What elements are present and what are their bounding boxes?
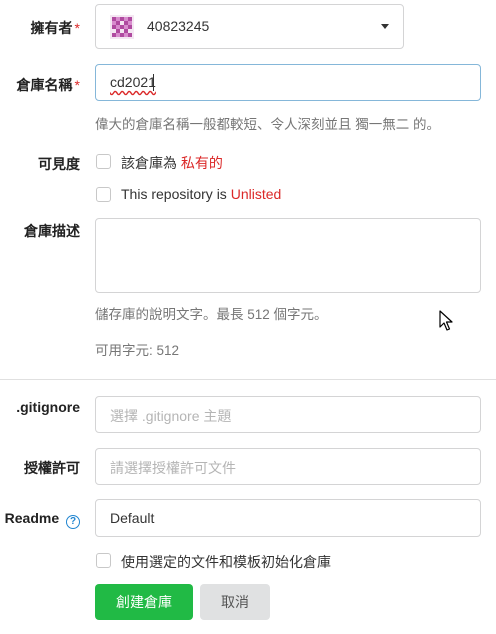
owner-value: 40823245 xyxy=(147,18,210,34)
section-divider xyxy=(0,379,496,380)
caret-down-icon xyxy=(381,24,389,29)
cancel-button[interactable]: 取消 xyxy=(200,584,270,620)
owner-dropdown[interactable]: 40823245 xyxy=(95,4,404,49)
license-label: 授權許可 xyxy=(24,460,80,476)
description-textarea[interactable] xyxy=(95,218,481,293)
readme-label-text: Readme xyxy=(4,510,60,526)
private-checkbox[interactable] xyxy=(96,154,111,169)
repo-name-input[interactable]: cd2021 xyxy=(95,64,481,101)
repo-name-help: 偉大的倉庫名稱一般都較短、令人深刻並且 獨一無二 的。 xyxy=(95,117,441,132)
auto-init-checkbox[interactable] xyxy=(96,553,111,568)
text-caret xyxy=(153,74,154,91)
description-remaining: 可用字元: 512 xyxy=(95,343,180,358)
question-circle-icon[interactable]: ? xyxy=(66,515,80,529)
repo-name-label: 倉庫名稱 * xyxy=(0,75,80,95)
private-prefix: 該倉庫為 xyxy=(121,155,181,171)
auto-init-label[interactable]: 使用選定的文件和模板初始化倉庫 xyxy=(121,552,331,572)
unlisted-checkbox[interactable] xyxy=(96,187,111,202)
license-placeholder: 請選擇授權許可文件 xyxy=(110,460,236,476)
owner-label-text: 擁有者 xyxy=(30,20,73,36)
gitignore-select[interactable]: 選擇 .gitignore 主題 xyxy=(95,396,481,433)
identicon-avatar-icon xyxy=(110,15,134,39)
description-help: 儲存庫的說明文字。最長 512 個字元。 xyxy=(95,307,328,322)
required-mark: * xyxy=(74,20,80,36)
description-label: 倉庫描述 xyxy=(24,223,80,239)
repo-name-label-text: 倉庫名稱 xyxy=(16,77,73,93)
license-select[interactable]: 請選擇授權許可文件 xyxy=(95,448,481,485)
readme-label: Readme ? xyxy=(0,510,80,529)
owner-label: 擁有者 * xyxy=(0,18,80,38)
gitignore-placeholder: 選擇 .gitignore 主題 xyxy=(110,408,232,424)
gitignore-label: .gitignore xyxy=(16,399,80,415)
readme-select[interactable]: Default xyxy=(95,499,481,537)
private-highlight: 私有的 xyxy=(180,155,223,171)
unlisted-highlight: Unlisted xyxy=(230,186,282,202)
repo-name-value: cd2021 xyxy=(110,74,156,90)
required-mark: * xyxy=(74,77,80,93)
private-checkbox-label[interactable]: 該倉庫為 私有的 xyxy=(121,153,223,173)
readme-value: Default xyxy=(110,510,155,526)
mouse-pointer-icon xyxy=(439,310,453,335)
unlisted-prefix: This repository is xyxy=(121,186,231,202)
owner-avatar xyxy=(110,15,134,39)
unlisted-checkbox-label[interactable]: This repository is Unlisted xyxy=(121,186,281,202)
create-repo-button[interactable]: 創建倉庫 xyxy=(95,584,193,620)
visibility-label: 可見度 xyxy=(38,156,80,172)
